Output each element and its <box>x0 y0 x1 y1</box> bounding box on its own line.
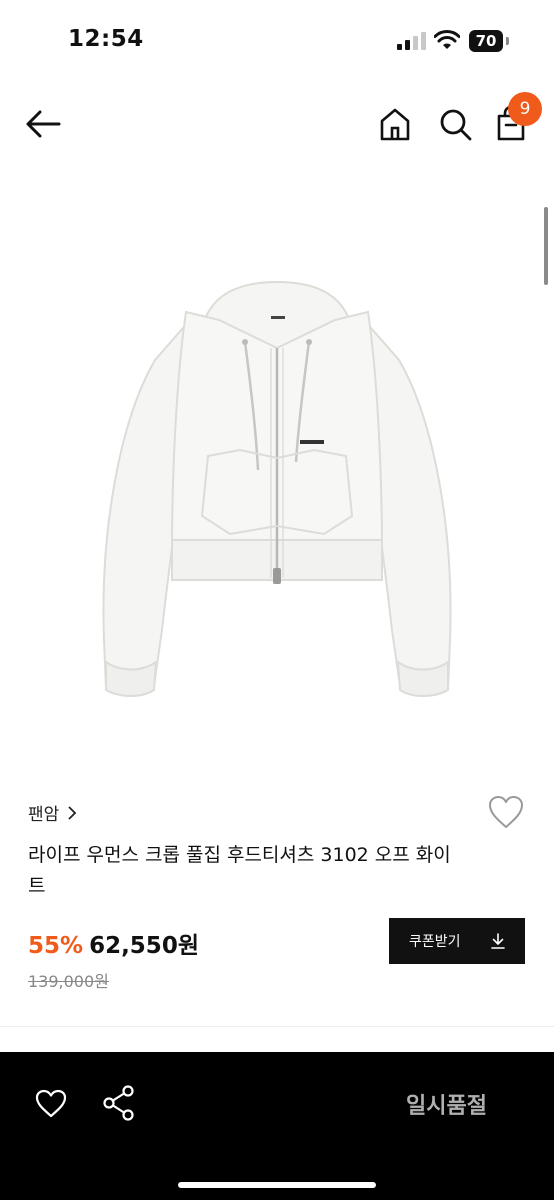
brand-link[interactable]: 팬암 <box>28 800 77 825</box>
coupon-label: 쿠폰받기 <box>409 934 461 950</box>
price-row: 55% 62,550원 <box>28 926 199 959</box>
product-title: 라이프 우먼스 크롭 풀집 후드티셔츠 3102 오프 화이트 <box>28 844 451 897</box>
heart-icon[interactable] <box>34 1088 68 1118</box>
brand-name: 팬암 <box>28 805 60 825</box>
home-icon[interactable] <box>378 106 412 142</box>
signal-icon <box>397 32 426 50</box>
product-image[interactable] <box>0 200 554 760</box>
chevron-right-icon <box>68 805 77 820</box>
top-nav: 9 <box>0 90 554 160</box>
sale-price: 62,550원 <box>89 933 199 959</box>
section-divider <box>0 1026 554 1027</box>
soldout-button: 일시품절 <box>406 1094 487 1119</box>
wifi-icon <box>434 30 460 49</box>
heart-icon[interactable] <box>487 794 525 830</box>
home-indicator <box>178 1182 376 1188</box>
share-icon[interactable] <box>102 1084 136 1122</box>
cart-count-badge: 9 <box>508 92 542 126</box>
status-time: 12:54 <box>68 26 144 52</box>
search-icon[interactable] <box>437 106 473 142</box>
download-icon <box>491 933 505 949</box>
discount-rate: 55% <box>28 933 84 959</box>
back-arrow-icon[interactable] <box>24 108 62 140</box>
coupon-download-button[interactable]: 쿠폰받기 <box>389 918 525 964</box>
image-scrollbar[interactable] <box>544 207 548 285</box>
original-price: 139,000원 <box>28 972 109 991</box>
bottom-action-bar: 일시품절 <box>0 1052 554 1200</box>
battery-level: 70 <box>469 30 503 52</box>
battery-icon: 70 <box>469 30 509 52</box>
status-bar: 12:54 70 <box>0 0 554 84</box>
